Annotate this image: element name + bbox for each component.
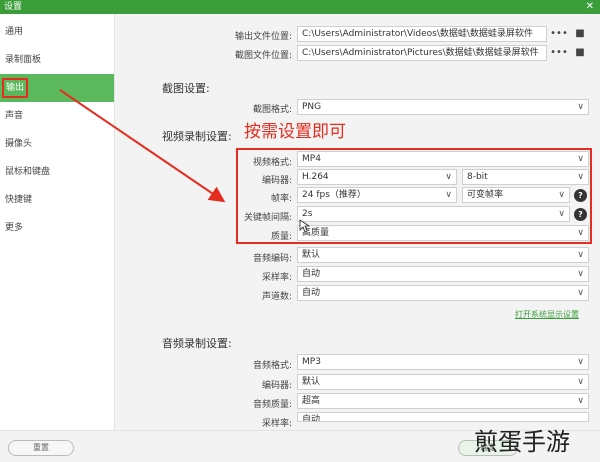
select-value: 可变帧率: [467, 190, 504, 200]
audio-codec-select[interactable]: 默认 ∨: [297, 247, 589, 263]
sidebar-item-mouse-keyboard[interactable]: 鼠标和键盘: [0, 158, 114, 186]
screenshot-format-label: 截图格式:: [252, 105, 292, 115]
select-value: 默认: [302, 377, 321, 387]
output-path-label: 输出文件位置:: [234, 32, 292, 42]
chevron-down-icon: ∨: [577, 269, 584, 279]
sidebar-item-general[interactable]: 通用: [0, 18, 114, 46]
sidebar-item-label: 输出: [2, 78, 29, 98]
audio-samplerate-label: 采样率:: [261, 419, 292, 429]
video-section-title: 视频录制设置:: [162, 130, 232, 143]
more-options-icon[interactable]: •••: [548, 45, 570, 61]
sidebar-item-label: 鼠标和键盘: [5, 167, 51, 177]
sidebar-item-label: 录制面板: [5, 55, 42, 65]
chevron-down-icon: ∨: [558, 190, 565, 200]
channels-select[interactable]: 自动 ∨: [297, 285, 589, 301]
sidebar-item-record-panel[interactable]: 录制面板: [0, 46, 114, 74]
chevron-down-icon: ∨: [577, 172, 584, 182]
audio-encoder-select[interactable]: 默认 ∨: [297, 374, 589, 390]
chevron-down-icon: ∨: [445, 190, 452, 200]
reset-button[interactable]: 重置: [8, 440, 74, 456]
sidebar: 通用 录制面板 输出 声音 摄像头 鼠标和键盘 快捷键 更多: [0, 14, 115, 462]
select-value: 默认: [302, 250, 321, 260]
encoder-select[interactable]: H.264 ∨: [297, 169, 457, 185]
framerate-select[interactable]: 24 fps（推荐） ∨: [297, 187, 457, 203]
select-value: 自动: [302, 288, 321, 298]
window-titlebar: 设置 ✕: [0, 0, 600, 14]
chevron-down-icon: ∨: [577, 250, 584, 260]
more-options-icon[interactable]: •••: [548, 26, 570, 42]
screenshot-path-field[interactable]: C:\Users\Administrator\Pictures\数据蛙\数据蛙录…: [297, 45, 547, 61]
sidebar-item-label: 摄像头: [5, 139, 33, 149]
folder-icon[interactable]: ■: [572, 26, 588, 42]
chevron-down-icon: ∨: [577, 357, 584, 367]
samplerate-label: 采样率:: [261, 273, 292, 283]
screenshot-section-title: 截图设置:: [162, 82, 210, 95]
chevron-down-icon: ∨: [445, 172, 452, 182]
folder-icon[interactable]: ■: [572, 45, 588, 61]
select-value: 超高: [302, 396, 321, 406]
framerate-label: 帧率:: [270, 194, 292, 204]
chevron-down-icon: ∨: [558, 209, 565, 219]
keyframe-select[interactable]: 2s ∨: [297, 206, 570, 222]
encoder-label: 编码器:: [261, 176, 292, 186]
watermark-text: 煎蛋手游: [474, 428, 570, 456]
select-value: 24 fps（推荐）: [302, 190, 366, 200]
screenshot-format-select[interactable]: PNG ∨: [297, 99, 589, 115]
quality-select[interactable]: 高质量 ∨: [297, 225, 589, 241]
select-value: 8-bit: [467, 172, 488, 182]
channels-label: 声道数:: [261, 292, 292, 302]
select-value: MP3: [302, 357, 321, 367]
select-value: PNG: [302, 102, 322, 112]
audio-section-title: 音频录制设置:: [162, 337, 232, 350]
sidebar-item-label: 快捷键: [5, 195, 33, 205]
chevron-down-icon: ∨: [577, 396, 584, 406]
help-icon[interactable]: ?: [574, 208, 587, 221]
audio-quality-select[interactable]: 超高 ∨: [297, 393, 589, 409]
chevron-down-icon: ∨: [577, 102, 584, 112]
select-value: H.264: [302, 172, 329, 182]
audio-quality-label: 音频质量:: [252, 400, 292, 410]
sidebar-item-label: 声音: [5, 111, 24, 121]
select-value: 高质量: [302, 228, 330, 238]
video-format-select[interactable]: MP4 ∨: [297, 151, 589, 167]
sidebar-item-sound[interactable]: 声音: [0, 102, 114, 130]
samplerate-select[interactable]: 自动 ∨: [297, 266, 589, 282]
audio-format-label: 音频格式:: [252, 361, 292, 371]
open-system-display-link[interactable]: 打开系统显示设置: [515, 309, 579, 320]
quality-label: 质量:: [270, 232, 292, 242]
audio-samplerate-select[interactable]: 自动: [297, 412, 589, 422]
sidebar-item-camera[interactable]: 摄像头: [0, 130, 114, 158]
window-title: 设置: [4, 2, 23, 12]
audio-encoder-label: 编码器:: [261, 381, 292, 391]
help-icon[interactable]: ?: [574, 189, 587, 202]
sidebar-item-hotkeys[interactable]: 快捷键: [0, 186, 114, 214]
sidebar-item-label: 更多: [5, 223, 24, 233]
keyframe-label: 关键帧间隔:: [243, 213, 292, 223]
select-value: 2s: [302, 209, 313, 219]
output-path-field[interactable]: C:\Users\Administrator\Videos\数据蛙\数据蛙录屏软…: [297, 26, 547, 42]
sidebar-item-output[interactable]: 输出: [0, 74, 114, 102]
select-value: 自动: [302, 415, 321, 422]
sidebar-item-more[interactable]: 更多: [0, 214, 114, 242]
chevron-down-icon: ∨: [577, 377, 584, 387]
framerate-mode-select[interactable]: 可变帧率 ∨: [462, 187, 570, 203]
bit-depth-select[interactable]: 8-bit ∨: [462, 169, 589, 185]
select-value: 自动: [302, 269, 321, 279]
video-format-label: 视频格式:: [252, 158, 292, 168]
screenshot-path-label: 截图文件位置:: [234, 51, 292, 61]
chevron-down-icon: ∨: [577, 228, 584, 238]
audio-codec-label: 音频编码:: [252, 254, 292, 264]
select-value: MP4: [302, 154, 321, 164]
close-icon[interactable]: ✕: [586, 0, 594, 14]
audio-format-select[interactable]: MP3 ∨: [297, 354, 589, 370]
chevron-down-icon: ∨: [577, 288, 584, 298]
chevron-down-icon: ∨: [577, 154, 584, 164]
sidebar-item-label: 通用: [5, 27, 24, 37]
annotation-text: 按需设置即可: [244, 122, 346, 142]
